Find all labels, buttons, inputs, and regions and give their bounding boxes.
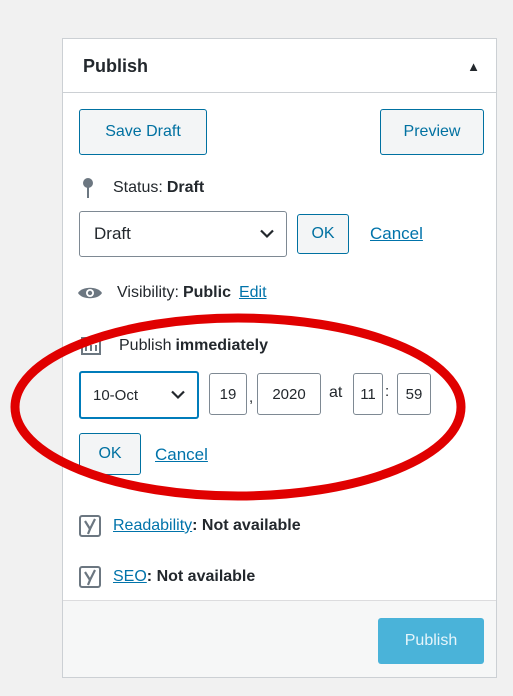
highlight-ellipse xyxy=(10,313,466,501)
annotation-overlay xyxy=(10,313,466,501)
